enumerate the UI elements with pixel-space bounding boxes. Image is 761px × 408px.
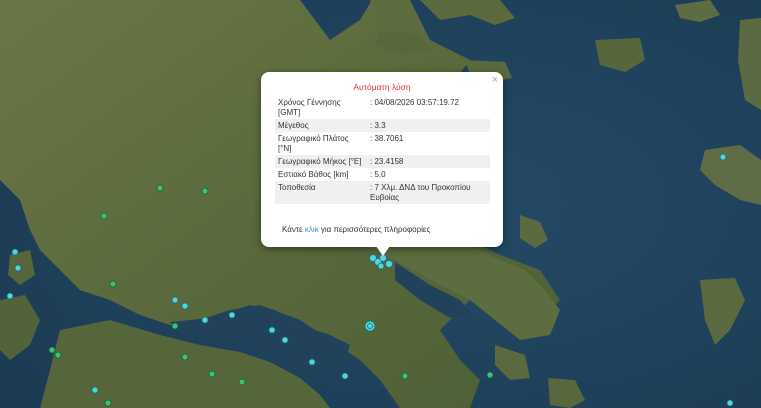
earthquake-marker[interactable] (109, 280, 117, 288)
origin-time-value: : 04/08/2026 03:57:19.72 (370, 97, 459, 107)
earthquake-marker[interactable] (208, 370, 216, 378)
earthquake-details-table: Χρόνος Γέννησης [GMT] : 04/08/2026 03:57… (275, 96, 490, 204)
detail-row-depth: Εστιακό Βάθος [km] : 5.0 (275, 168, 490, 181)
earthquake-marker[interactable] (228, 311, 236, 319)
earthquake-marker[interactable] (171, 322, 179, 330)
longitude-label: Γεωγραφικό Μήκος [°E] (275, 155, 367, 168)
location-value: : 7 Χλμ. ΔΝΔ του Προκοπίου Ευβοίας (367, 181, 490, 204)
earthquake-marker[interactable] (341, 372, 349, 380)
magnitude-label: Μέγεθος (275, 119, 367, 132)
earthquake-marker[interactable] (181, 302, 189, 310)
earthquake-marker[interactable] (385, 260, 393, 268)
depth-value: : 5.0 (370, 169, 386, 179)
magnitude-value: : 3.3 (367, 119, 490, 132)
earthquake-marker[interactable] (156, 184, 164, 192)
popup-title: Αυτόματη λύση (353, 82, 411, 92)
earthquake-marker[interactable] (14, 264, 22, 272)
earthquake-marker[interactable] (238, 378, 246, 386)
earthquake-marker[interactable] (181, 353, 189, 361)
more-info-suffix: για περισσότερες πληροφορίες (318, 225, 431, 234)
popup-pointer (376, 246, 390, 256)
more-info-text: Κάντε κλικ για περισσότερες πληροφορίες (282, 225, 430, 234)
earthquake-marker[interactable] (48, 346, 56, 354)
latitude-label: Γεωγραφικό Πλάτος [°N] (278, 133, 349, 153)
earthquake-marker[interactable] (201, 316, 209, 324)
earthquake-marker[interactable] (171, 296, 179, 304)
earthquake-marker[interactable] (377, 262, 385, 270)
earthquake-marker[interactable] (104, 399, 112, 407)
more-info-link[interactable]: κλικ (305, 225, 319, 234)
latitude-value: : 38.7061 (370, 133, 404, 143)
origin-time-label: Χρόνος Γέννησης [GMT] (278, 97, 341, 117)
location-label: Τοποθεσία (275, 181, 367, 204)
longitude-value: : 23.4158 (367, 155, 490, 168)
detail-row-origin-time: Χρόνος Γέννησης [GMT] : 04/08/2026 03:57… (275, 96, 490, 119)
earthquake-marker[interactable] (91, 386, 99, 394)
earthquake-marker[interactable] (268, 326, 276, 334)
earthquake-marker[interactable] (201, 187, 209, 195)
detail-row-magnitude: Μέγεθος : 3.3 (275, 119, 490, 132)
earthquake-marker[interactable] (486, 371, 494, 379)
earthquake-marker[interactable] (401, 372, 409, 380)
earthquake-marker[interactable] (11, 248, 19, 256)
detail-row-longitude: Γεωγραφικό Μήκος [°E] : 23.4158 (275, 155, 490, 168)
earthquake-marker[interactable] (6, 292, 14, 300)
earthquake-marker[interactable] (308, 358, 316, 366)
detail-row-latitude: Γεωγραφικό Πλάτος [°N] : 38.7061 (275, 132, 490, 155)
earthquake-marker[interactable] (54, 351, 62, 359)
earthquake-marker[interactable] (100, 212, 108, 220)
earthquake-marker[interactable] (367, 323, 373, 329)
depth-label: Εστιακό Βάθος [km] (278, 169, 349, 179)
earthquake-info-popup: × Αυτόματη λύση Χρόνος Γέννησης [GMT] : … (261, 72, 503, 247)
earthquake-marker[interactable] (281, 336, 289, 344)
earthquake-marker[interactable] (719, 153, 727, 161)
earthquake-marker[interactable] (726, 399, 734, 407)
detail-row-location: Τοποθεσία : 7 Χλμ. ΔΝΔ του Προκοπίου Ευβ… (275, 181, 490, 204)
more-info-prefix: Κάντε (282, 225, 305, 234)
